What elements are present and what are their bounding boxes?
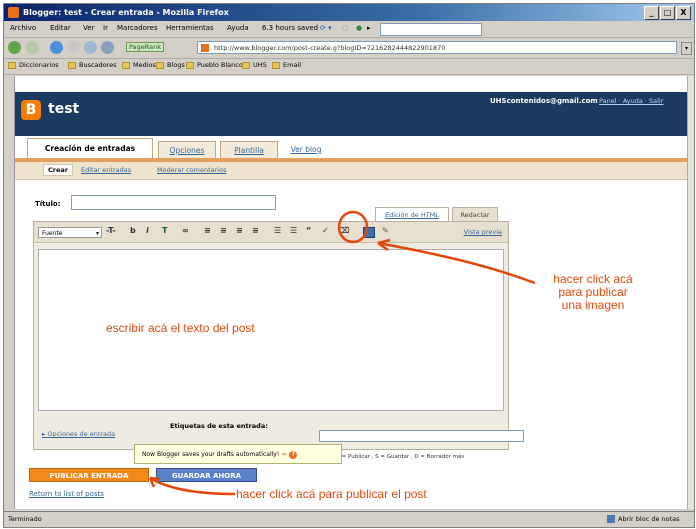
italic-icon[interactable]: i <box>146 226 149 235</box>
browser-window: Blogger: test - Crear entrada - Mozilla … <box>3 3 695 528</box>
bookmark-item[interactable]: Medios <box>122 61 156 69</box>
text-annotation: escribir acá el texto del post <box>106 321 255 335</box>
blogger-logo-icon[interactable]: B <box>21 100 41 120</box>
window-controls: _ □ X <box>644 6 691 20</box>
main-tabs: Creación de entradas Opciones Plantilla … <box>15 136 687 162</box>
quote-icon[interactable]: “ <box>306 226 311 235</box>
tab-opciones[interactable]: Opciones <box>158 141 216 158</box>
bullet-list-icon[interactable]: ☰ <box>290 226 297 235</box>
image-annotation-text: hacer click acá para publicar una imagen <box>553 272 633 312</box>
tab-creacion[interactable]: Creación de entradas <box>27 138 153 158</box>
notepad-button[interactable]: Abrir bloc de notas <box>607 515 680 523</box>
gear-icon[interactable] <box>101 41 114 54</box>
bookmark-item[interactable]: Diccionarios <box>8 61 59 69</box>
bookmark-item[interactable]: Buscadores <box>68 61 117 69</box>
navigation-toolbar: PageRank http://www.blogger.com/post-cre… <box>4 38 694 59</box>
maximize-button[interactable]: □ <box>660 6 675 20</box>
title-label: Título: <box>35 200 61 208</box>
align-left-icon[interactable]: ≡ <box>204 226 211 235</box>
post-editor: Fuente ▾ -T- b i T ∞ ≡ ≡ ≡ ≡ ☰ ☰ “ ✓ ⌫ ✎ … <box>33 221 524 450</box>
save-button[interactable]: GUARDAR AHORA <box>156 468 257 482</box>
firefox-icon <box>8 7 19 18</box>
help-icon[interactable]: ? <box>289 451 298 459</box>
blog-title: test <box>48 101 80 117</box>
menu-editar[interactable]: Editar <box>50 24 71 32</box>
menu-archivo[interactable]: Archivo <box>10 24 36 32</box>
home-icon[interactable] <box>84 41 97 54</box>
preview-link[interactable]: Vista previa <box>464 228 502 236</box>
site-favicon-icon <box>201 44 209 52</box>
tab-html-edit[interactable]: Edición de HTML <box>375 207 449 222</box>
address-bar[interactable]: http://www.blogger.com/post-create.g?blo… <box>197 41 677 54</box>
vertical-scrollbar[interactable] <box>687 76 694 509</box>
dropdown-arrow-icon[interactable]: ▾ <box>681 42 692 55</box>
labels-label: Etiquetas de esta entrada: <box>170 422 268 430</box>
user-email: UHScontenidos@gmail.com <box>490 97 598 105</box>
subtab-editar[interactable]: Editar entradas <box>81 166 131 174</box>
header-links[interactable]: Panel · Ayuda · Salir <box>599 97 663 105</box>
link-icon[interactable]: ∞ <box>182 226 189 235</box>
minimize-button[interactable]: _ <box>644 6 659 20</box>
forward-icon[interactable] <box>26 41 39 54</box>
status-bar: Terminado Abrir bloc de notas <box>4 511 694 527</box>
spellcheck-icon[interactable]: ✓ <box>322 226 329 235</box>
menu-bar: Archivo Editar Ver Ir Marcadores Herrami… <box>4 22 694 38</box>
menu-ayuda[interactable]: Ayuda <box>227 24 249 32</box>
bookmark-item[interactable]: Blogs <box>156 61 185 69</box>
subtab-crear[interactable]: Crear <box>43 164 73 176</box>
tab-plantilla[interactable]: Plantilla <box>220 141 278 158</box>
text-color-icon[interactable]: T <box>162 226 167 235</box>
refresh-icon[interactable]: ⟳ ▾ <box>320 24 332 32</box>
window-title: Blogger: test - Crear entrada - Mozilla … <box>23 8 229 17</box>
arrow-right-icon: → <box>281 451 287 458</box>
keyboard-shortcuts-hint: ...s, P = Publicar , S = Guardar , D = B… <box>325 454 465 460</box>
go-icon[interactable]: ● <box>356 24 362 32</box>
bookmark-item[interactable]: Pueblo Blanco <box>186 61 243 69</box>
bookmark-item[interactable]: UHS <box>242 61 267 69</box>
back-icon[interactable] <box>8 41 21 54</box>
stop-icon[interactable]: ○ <box>342 24 348 32</box>
publish-button[interactable]: PUBLICAR ENTRADA <box>29 468 149 482</box>
pen-icon[interactable]: ✎ <box>382 226 389 235</box>
align-right-icon[interactable]: ≡ <box>236 226 243 235</box>
bookmark-item[interactable]: Email <box>272 61 301 69</box>
status-text: Terminado <box>8 515 42 523</box>
stop-nav-icon[interactable] <box>67 41 80 54</box>
return-to-posts-link[interactable]: Return to list of posts <box>29 490 104 498</box>
align-center-icon[interactable]: ≡ <box>220 226 227 235</box>
menu-marcadores[interactable]: Marcadores <box>117 24 158 32</box>
tab-compose[interactable]: Redactar <box>452 207 498 222</box>
close-button[interactable]: X <box>676 6 691 20</box>
clear-format-icon[interactable]: ⌫ <box>338 226 349 235</box>
menu-herramientas[interactable]: Herramientas <box>166 24 214 32</box>
post-options-link[interactable]: ▸ Opciones de entrada <box>42 430 115 438</box>
labels-input[interactable] <box>319 430 524 442</box>
publish-annotation-text: hacer click acá para publicar el post <box>236 487 427 501</box>
hours-saved[interactable]: 6.3 hours saved <box>262 24 318 32</box>
pagerank-badge[interactable]: PageRank <box>126 42 164 52</box>
sub-tabs: Crear Editar entradas Moderar comentario… <box>15 162 687 180</box>
bold-icon[interactable]: b <box>130 226 136 235</box>
address-url: http://www.blogger.com/post-create.g?blo… <box>214 44 446 52</box>
title-input[interactable] <box>71 195 276 210</box>
numbered-list-icon[interactable]: ☰ <box>274 226 281 235</box>
font-select[interactable]: Fuente ▾ <box>38 227 102 238</box>
tab-ver-blog[interactable]: Ver blog <box>281 141 331 158</box>
subtab-moderar[interactable]: Moderar comentarios <box>157 166 226 174</box>
editor-toolbar: Fuente ▾ -T- b i T ∞ ≡ ≡ ≡ ≡ ☰ ☰ “ ✓ ⌫ ✎ … <box>34 222 508 243</box>
add-image-icon[interactable] <box>363 227 375 238</box>
menu-ir[interactable]: Ir <box>103 24 108 32</box>
align-justify-icon[interactable]: ≡ <box>252 226 259 235</box>
title-bar: Blogger: test - Crear entrada - Mozilla … <box>4 4 694 21</box>
bookmarks-bar: Diccionarios Buscadores Medios Blogs Pue… <box>4 59 694 75</box>
font-size-icon[interactable]: -T- <box>106 226 116 235</box>
menu-ver[interactable]: Ver <box>83 24 94 32</box>
search-box[interactable] <box>380 23 482 36</box>
search-go-icon[interactable]: ▸ <box>367 24 371 32</box>
reload-icon[interactable] <box>50 41 63 54</box>
autosave-tooltip: Now Blogger saves your drafts automatica… <box>134 444 342 464</box>
